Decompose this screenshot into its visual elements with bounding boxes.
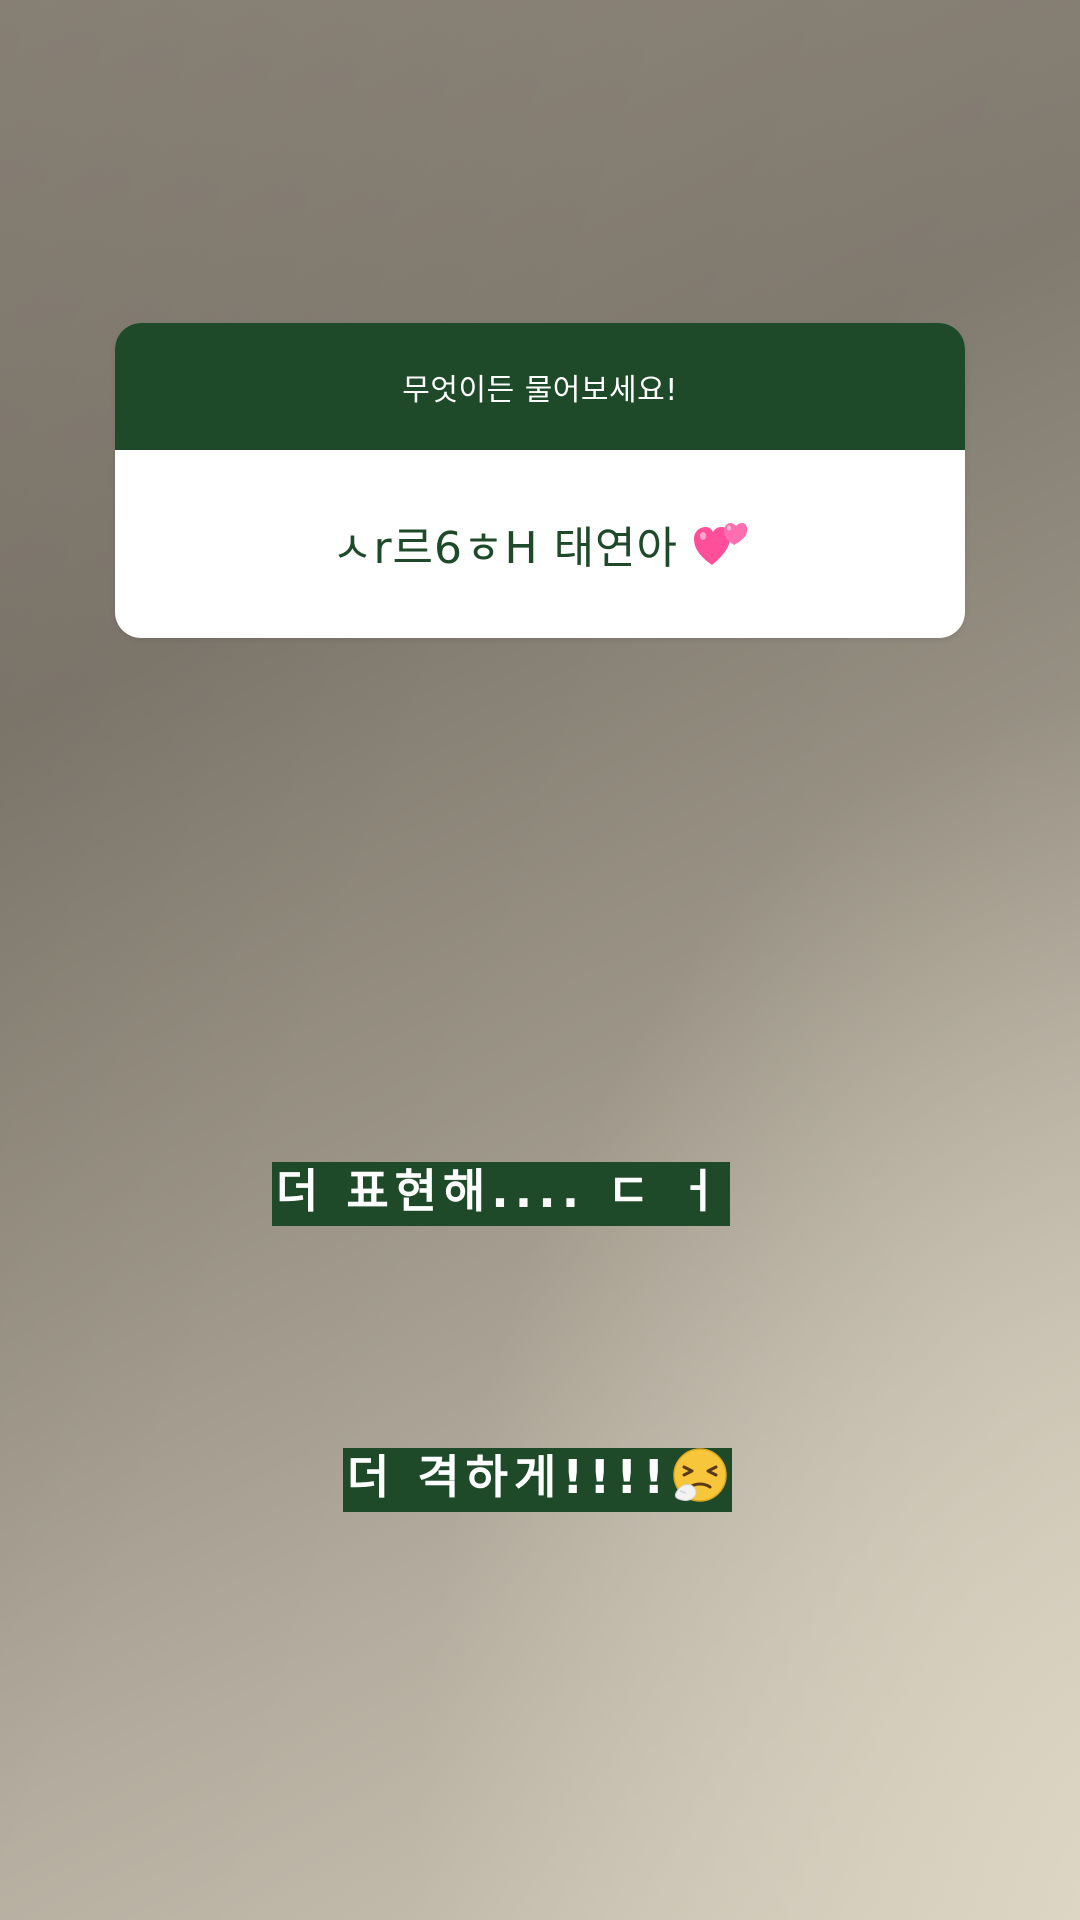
caption-text: 더 격하게!!!! xyxy=(347,1450,671,1504)
question-sticker-header: 무엇이든 물어보세요! xyxy=(115,323,965,450)
caption-more-intense[interactable]: 더 격하게!!!! xyxy=(343,1447,733,1512)
caption-text: 더 표현해.... ㄷ ㅓ xyxy=(272,1162,730,1226)
two-hearts-icon xyxy=(694,519,748,569)
question-sticker[interactable]: 무엇이든 물어보세요! ㅅr르6ㅎH 태연아 xyxy=(115,323,965,638)
story-canvas: 무엇이든 물어보세요! ㅅr르6ㅎH 태연아 더 표현해.... ㄷ ㅓ 더 격… xyxy=(0,0,1080,1920)
question-prompt-text: 무엇이든 물어보세요! xyxy=(402,372,678,408)
question-sticker-answer: ㅅr르6ㅎH 태연아 xyxy=(115,450,965,638)
answer-text: ㅅr르6ㅎH 태연아 xyxy=(331,523,679,574)
sneezing-face-icon xyxy=(672,1447,728,1503)
caption-express-more[interactable]: 더 표현해.... ㄷ ㅓ xyxy=(272,1162,730,1226)
